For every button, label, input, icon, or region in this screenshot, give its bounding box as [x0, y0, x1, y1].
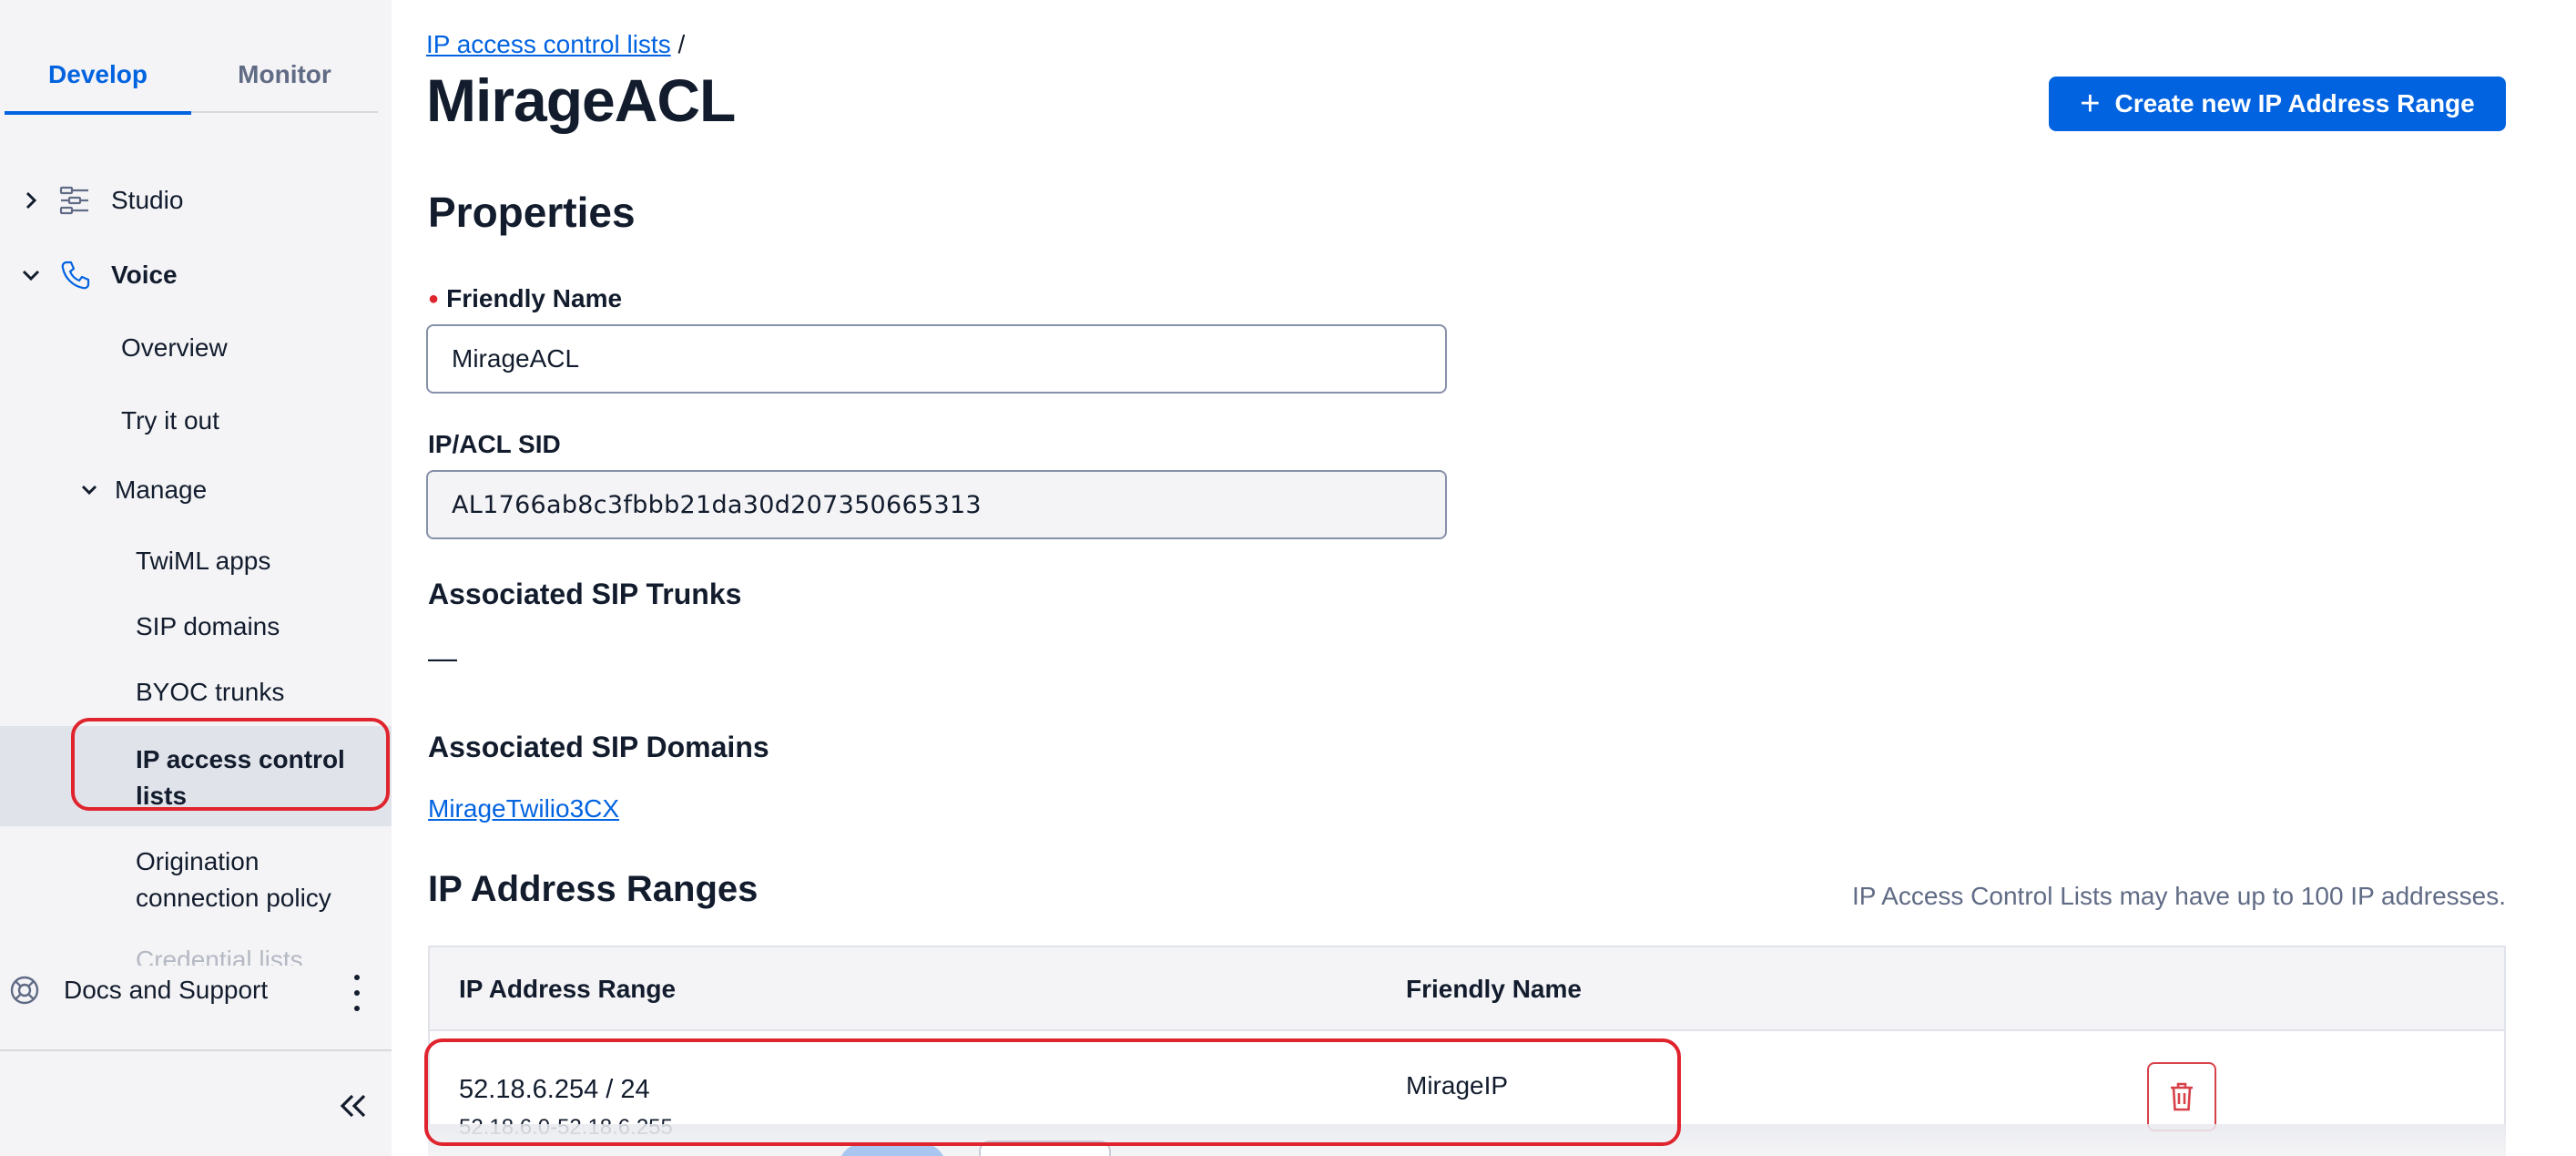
friendly-name-label: ● Friendly Name — [428, 284, 622, 313]
column-header-ip-address-range: IP Address Range — [459, 975, 677, 1003]
sidebar-item-origination-label-line1: Origination — [136, 847, 260, 875]
breadcrumb-ip-access-control-lists-link[interactable]: IP access control lists — [426, 30, 671, 58]
footer-divider — [0, 1049, 392, 1051]
sidebar: Develop Monitor Studio Voice Overview Tr… — [0, 0, 392, 1156]
sidebar-item-try-it-out[interactable]: Try it out — [121, 406, 219, 435]
row-highlight-annotation — [424, 1038, 1681, 1146]
sidebar-item-origination-label-line2: connection policy — [136, 884, 331, 912]
sidebar-item-manage[interactable]: Manage — [78, 476, 207, 505]
create-ip-address-range-button[interactable]: + Create new IP Address Range — [2049, 77, 2506, 131]
associated-sip-trunks-heading: Associated SIP Trunks — [428, 578, 742, 610]
chevron-down-icon — [78, 484, 100, 496]
chevron-down-icon — [20, 269, 42, 281]
breadcrumb-separator: / — [677, 30, 686, 58]
chevron-right-icon — [20, 191, 42, 210]
sidebar-item-sip-domains[interactable]: SIP domains — [136, 612, 280, 641]
table-header: IP Address Range Friendly Name — [430, 947, 2504, 1031]
sidebar-item-overview-label: Overview — [121, 333, 228, 362]
ip-acl-sid-label: IP/ACL SID — [428, 430, 561, 459]
column-header-friendly-name: Friendly Name — [1406, 975, 1582, 1003]
delete-ip-range-button[interactable] — [2147, 1062, 2216, 1131]
associated-sip-trunks-empty: — — [428, 641, 457, 674]
more-options-icon[interactable] — [346, 975, 368, 1011]
associated-sip-domains-heading: Associated SIP Domains — [428, 731, 769, 763]
sidebar-item-studio-label: Studio — [111, 186, 184, 214]
sidebar-item-origination-connection-policy[interactable]: Origination connection policy — [136, 844, 331, 916]
sip-domain-mirage-link[interactable]: MirageTwilio3CX — [428, 794, 619, 824]
ip-acl-sid-field[interactable] — [426, 470, 1447, 539]
tab-monitor-label: Monitor — [238, 60, 331, 88]
phone-icon — [56, 259, 93, 292]
double-chevron-left-icon — [340, 1094, 366, 1118]
friendly-name-label-text: Friendly Name — [446, 284, 623, 312]
breadcrumb: IP access control lists / — [426, 30, 685, 59]
sidebar-item-byoc-trunks-label: BYOC trunks — [136, 678, 285, 706]
sidebar-item-twiml-apps-label: TwiML apps — [136, 547, 271, 575]
studio-icon — [56, 184, 93, 217]
plus-icon: + — [2080, 85, 2101, 123]
sidebar-item-studio[interactable]: Studio — [20, 184, 183, 217]
ip-acl-sid-label-text: IP/ACL SID — [428, 430, 561, 458]
trash-icon — [2171, 1082, 2193, 1111]
sidebar-item-overview[interactable]: Overview — [121, 333, 228, 363]
tab-develop-label: Develop — [48, 60, 148, 88]
sidebar-item-byoc-trunks[interactable]: BYOC trunks — [136, 678, 284, 707]
sidebar-tabs: Develop Monitor — [5, 36, 378, 115]
sidebar-item-try-it-out-label: Try it out — [121, 406, 219, 435]
sidebar-item-voice[interactable]: Voice — [20, 259, 178, 292]
friendly-name-input[interactable] — [426, 324, 1447, 394]
collapse-sidebar-button[interactable] — [333, 1088, 373, 1124]
highlight-annotation — [71, 718, 390, 811]
properties-heading: Properties — [428, 189, 636, 236]
main-content: IP access control lists / MirageACL + Cr… — [392, 0, 2576, 1156]
create-ip-address-range-label: Create new IP Address Range — [2114, 89, 2475, 118]
sidebar-item-sip-domains-label: SIP domains — [136, 612, 280, 640]
ip-address-ranges-heading: IP Address Ranges — [428, 869, 759, 909]
required-indicator-icon: ● — [428, 288, 440, 309]
docs-and-support-label: Docs and Support — [64, 976, 269, 1004]
lifebuoy-icon — [9, 975, 42, 1006]
tab-develop[interactable]: Develop — [5, 36, 191, 115]
sidebar-item-manage-label: Manage — [115, 476, 208, 504]
tab-monitor[interactable]: Monitor — [191, 36, 378, 113]
docs-and-support-link[interactable]: Docs and Support — [9, 975, 268, 1006]
page-title: MirageACL — [426, 66, 736, 134]
sidebar-item-twiml-apps[interactable]: TwiML apps — [136, 547, 270, 576]
sidebar-item-voice-label: Voice — [111, 261, 178, 289]
ip-ranges-helper-text: IP Access Control Lists may have up to 1… — [1851, 882, 2506, 910]
sidebar-footer: Docs and Support — [0, 966, 392, 1156]
tab-active-indicator — [5, 111, 191, 115]
